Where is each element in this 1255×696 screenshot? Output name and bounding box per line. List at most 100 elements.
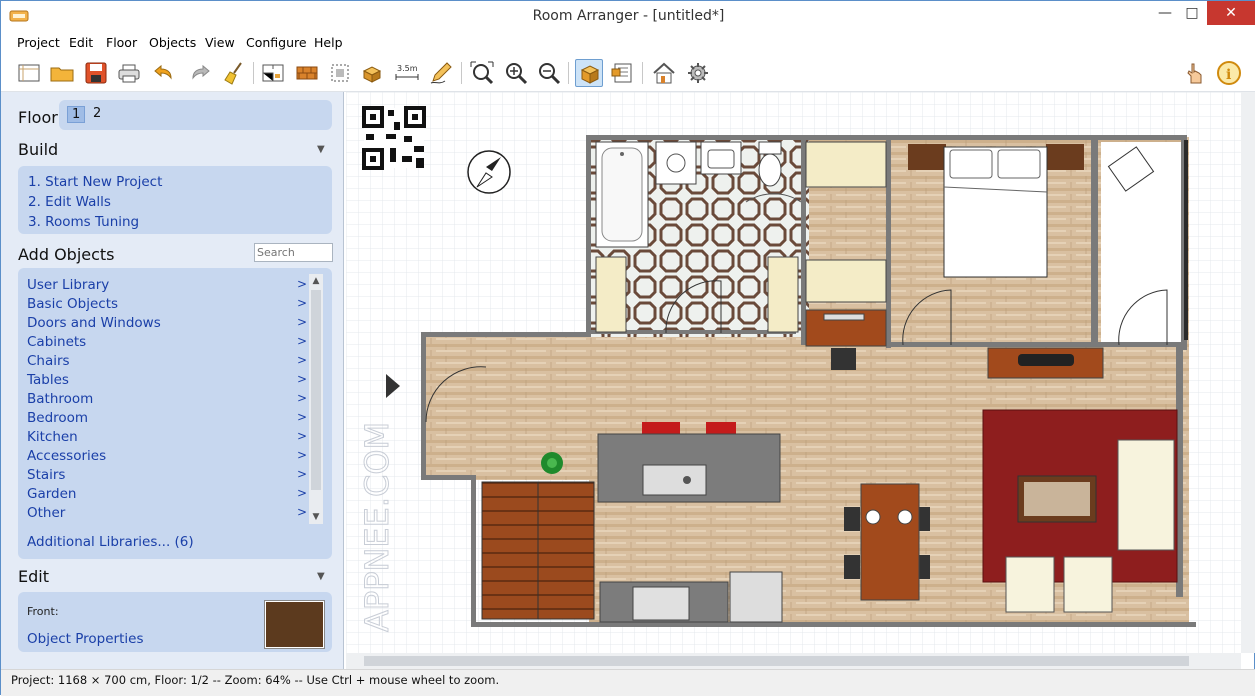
undo-button[interactable] (149, 59, 177, 87)
library-doors-and-windows[interactable]: Doors and Windows > (27, 315, 307, 334)
chevron-right-icon: > (296, 334, 307, 348)
build-start-new-project[interactable]: 1. Start New Project (28, 174, 162, 190)
house-icon (653, 62, 675, 84)
library-cabinets[interactable]: Cabinets > (27, 334, 307, 353)
scroll-down-icon[interactable]: ▼ (309, 512, 323, 522)
chevron-right-icon: > (296, 429, 307, 443)
library-scrollbar[interactable]: ▲ ▼ (309, 274, 323, 524)
print-button[interactable] (115, 59, 143, 87)
menu-help[interactable]: Help (314, 35, 343, 50)
library-garden[interactable]: Garden > (27, 486, 307, 505)
pencil-icon (430, 62, 452, 84)
chevron-right-icon: > (296, 505, 307, 519)
menu-project[interactable]: Project (17, 35, 60, 50)
watermark: APPNEE.COM (358, 422, 396, 632)
brick-wall-icon (296, 66, 318, 80)
3d-box-button[interactable] (575, 59, 603, 87)
hand-tool-button[interactable] (1181, 59, 1209, 87)
object-properties-link[interactable]: Object Properties (27, 631, 143, 647)
menu-objects[interactable]: Objects (149, 35, 196, 50)
library-user-library[interactable]: User Library > (27, 277, 307, 296)
library-bathroom[interactable]: Bathroom > (27, 391, 307, 410)
horizontal-scrollbar[interactable] (346, 653, 1241, 669)
build-rooms-tuning[interactable]: 3. Rooms Tuning (28, 214, 139, 230)
house-3d-button[interactable] (650, 59, 678, 87)
floor-2-button[interactable]: 2 (89, 106, 105, 121)
object-library-panel: User Library > Basic Objects > Doors and W… (18, 268, 332, 559)
scrollbar-thumb[interactable] (364, 656, 1189, 666)
minimize-button[interactable]: — (1151, 1, 1179, 25)
menu-bar: Project Edit Floor Objects View Configur… (1, 32, 1255, 54)
pencil-button[interactable] (427, 59, 455, 87)
menu-configure[interactable]: Configure (246, 35, 307, 50)
status-text: Project: 1168 × 700 cm, Floor: 1/2 -- Zo… (11, 673, 500, 687)
library-item-label: Accessories (27, 448, 107, 464)
library-item-label: Doors and Windows (27, 315, 161, 331)
library-item-label: Cabinets (27, 334, 87, 350)
3d-box-icon (580, 65, 600, 84)
measure-icon: 3.5m (395, 64, 419, 80)
clean-button[interactable] (220, 59, 248, 87)
stove (729, 571, 783, 623)
build-heading[interactable]: Build (18, 140, 58, 159)
resize-button[interactable] (326, 59, 354, 87)
floor-plan-button[interactable] (259, 59, 287, 87)
chevron-right-icon: > (296, 410, 307, 424)
build-collapse-icon[interactable]: ▼ (317, 144, 325, 155)
floor-1-button[interactable]: 1 (67, 106, 86, 123)
vertical-scrollbar[interactable] (1241, 92, 1255, 653)
library-bedroom[interactable]: Bedroom > (27, 410, 307, 429)
plant (541, 452, 563, 474)
additional-libraries-link[interactable]: Additional Libraries... (6) (27, 534, 194, 550)
gear-icon (688, 63, 708, 83)
box-objects-icon (362, 66, 382, 83)
maximize-button[interactable]: □ (1179, 1, 1205, 25)
close-button[interactable]: ✕ (1207, 1, 1255, 25)
library-other[interactable]: Other > (27, 505, 307, 524)
window-title: Room Arranger - [untitled*] (532, 8, 725, 24)
search-input[interactable] (254, 243, 333, 262)
hall-cabinet (805, 259, 887, 303)
office-chair (831, 348, 856, 370)
open-button[interactable] (48, 59, 76, 87)
floor-selector: 1 2 (59, 100, 332, 130)
front-color-swatch[interactable] (264, 600, 325, 649)
floor-label: Floor (18, 108, 58, 127)
zoom-in-button[interactable] (502, 59, 530, 87)
edit-heading[interactable]: Edit (18, 567, 49, 586)
info-button[interactable]: i (1215, 59, 1243, 87)
redo-button[interactable] (187, 59, 215, 87)
wall-button[interactable] (293, 59, 321, 87)
library-chairs[interactable]: Chairs > (27, 353, 307, 372)
new-project-button[interactable] (15, 59, 43, 87)
info-icon: i (1217, 61, 1241, 85)
add-objects-heading: Add Objects (18, 245, 115, 264)
kitchen-island (597, 422, 781, 503)
edit-collapse-icon[interactable]: ▼ (317, 571, 325, 582)
hall-cabinet-top (805, 141, 887, 188)
front-label: Front: (27, 605, 59, 618)
menu-floor[interactable]: Floor (106, 35, 137, 50)
save-button[interactable] (82, 59, 110, 87)
scrollbar-thumb[interactable] (311, 290, 321, 490)
scroll-up-icon[interactable]: ▲ (309, 276, 323, 286)
library-basic-objects[interactable]: Basic Objects > (27, 296, 307, 315)
settings-button[interactable] (684, 59, 712, 87)
library-kitchen[interactable]: Kitchen > (27, 429, 307, 448)
build-edit-walls[interactable]: 2. Edit Walls (28, 194, 111, 210)
menu-edit[interactable]: Edit (69, 35, 93, 50)
library-stairs[interactable]: Stairs > (27, 467, 307, 486)
compass-icon (467, 150, 511, 194)
menu-view[interactable]: View (205, 35, 235, 50)
library-tables[interactable]: Tables > (27, 372, 307, 391)
hand-pointer-icon (1187, 63, 1202, 84)
zoom-fit-button[interactable] (468, 59, 496, 87)
floor-plan-canvas[interactable]: APPNEE.COM (346, 92, 1241, 653)
chevron-right-icon: > (296, 277, 307, 291)
list-button[interactable] (609, 59, 637, 87)
object-3d-button[interactable] (360, 59, 388, 87)
measure-button[interactable]: 3.5m (393, 59, 421, 87)
library-accessories[interactable]: Accessories > (27, 448, 307, 467)
svg-text:i: i (1226, 67, 1231, 83)
zoom-out-button[interactable] (535, 59, 563, 87)
